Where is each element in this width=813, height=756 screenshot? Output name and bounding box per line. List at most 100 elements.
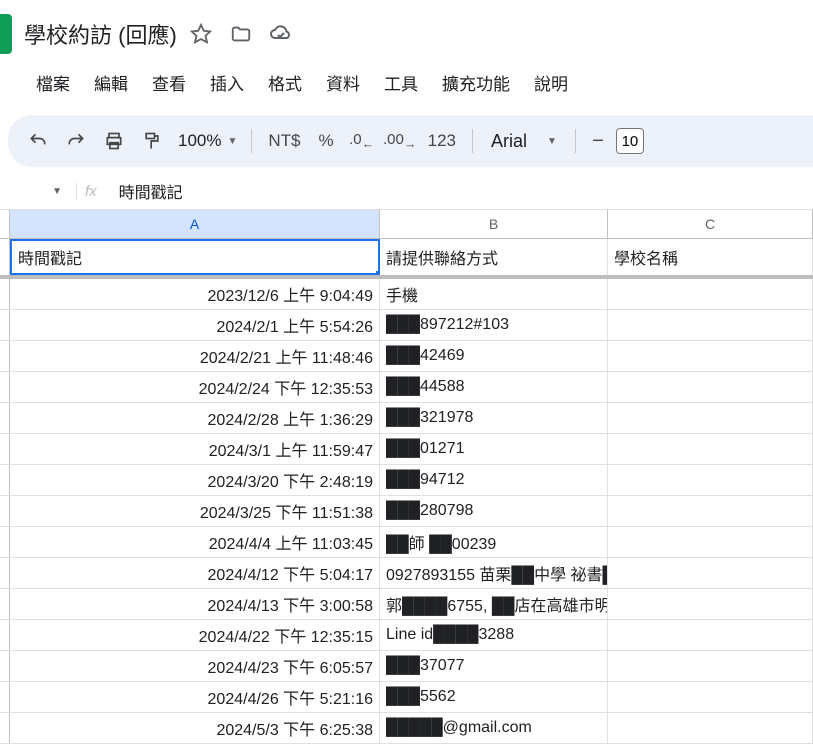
menu-data[interactable]: 資料 [316, 64, 370, 101]
col-header-B[interactable]: B [380, 210, 608, 238]
cell[interactable] [608, 279, 813, 309]
redo-button[interactable] [58, 123, 94, 159]
row-header[interactable] [0, 496, 10, 526]
menu-edit[interactable]: 編輯 [84, 64, 138, 101]
cell[interactable]: ███01271 [380, 434, 608, 464]
cell[interactable]: ███897212#103 [380, 310, 608, 340]
cell[interactable]: 手機 [380, 279, 608, 309]
menu-view[interactable]: 查看 [142, 64, 196, 101]
row-header[interactable] [0, 310, 10, 340]
cell[interactable]: 2024/4/26 下午 5:21:16 [10, 682, 380, 712]
cell[interactable] [608, 682, 813, 712]
cell-C1[interactable]: 學校名稱 [608, 239, 813, 275]
spreadsheet-grid[interactable]: A B C 時間戳記 請提供聯絡方式 學校名稱 2023/12/6 上午 9:0… [0, 210, 813, 744]
cell[interactable] [608, 651, 813, 681]
cell[interactable]: ██師 ██00239 [380, 527, 608, 557]
col-header-C[interactable]: C [608, 210, 813, 238]
cell[interactable]: 0927893155 苗栗██中學 祕書██ [380, 558, 608, 588]
increase-decimal-button[interactable]: .00→ [382, 123, 418, 159]
row-header[interactable] [0, 651, 10, 681]
row-header[interactable] [0, 403, 10, 433]
cell[interactable] [608, 341, 813, 371]
undo-button[interactable] [20, 123, 56, 159]
cell[interactable] [608, 558, 813, 588]
table-row: 2024/3/20 下午 2:48:19███94712 [0, 465, 813, 496]
cell[interactable]: █████@gmail.com [380, 713, 608, 743]
cell[interactable] [608, 589, 813, 619]
document-title[interactable]: 學校約訪 (回應) [24, 18, 177, 50]
menu-file[interactable]: 檔案 [26, 64, 80, 101]
number-format-button[interactable]: 123 [420, 131, 464, 151]
cell[interactable]: 2024/4/23 下午 6:05:57 [10, 651, 380, 681]
cell[interactable] [608, 434, 813, 464]
cloud-status-icon[interactable] [269, 22, 293, 46]
row-header[interactable] [0, 239, 10, 275]
cell[interactable]: 郭████6755, ██店在高雄市明誠路上 [380, 589, 608, 619]
cell[interactable]: 2024/3/1 上午 11:59:47 [10, 434, 380, 464]
cell[interactable]: 2024/5/3 下午 6:25:38 [10, 713, 380, 743]
row-header[interactable] [0, 372, 10, 402]
decrease-font-button[interactable]: − [584, 127, 612, 155]
row-header[interactable] [0, 620, 10, 650]
font-selector[interactable]: Arial ▼ [481, 131, 567, 152]
menu-insert[interactable]: 插入 [200, 64, 254, 101]
formula-content[interactable]: 時間戳記 [119, 179, 183, 203]
cell[interactable] [608, 620, 813, 650]
cell[interactable] [608, 465, 813, 495]
folder-icon[interactable] [229, 22, 253, 46]
cell[interactable]: ███44588 [380, 372, 608, 402]
cell[interactable]: 2024/4/12 下午 5:04:17 [10, 558, 380, 588]
cell[interactable] [608, 403, 813, 433]
zoom-selector[interactable]: 100% ▼ [172, 131, 243, 151]
selection-handle[interactable] [375, 270, 380, 275]
cell[interactable]: ███94712 [380, 465, 608, 495]
cell[interactable]: 2024/3/20 下午 2:48:19 [10, 465, 380, 495]
cell-B1[interactable]: 請提供聯絡方式 [380, 239, 608, 275]
cell[interactable]: 2024/4/4 上午 11:03:45 [10, 527, 380, 557]
cell[interactable]: ███37077 [380, 651, 608, 681]
menu-help[interactable]: 說明 [524, 64, 578, 101]
cell[interactable] [608, 527, 813, 557]
selected-cell-A1[interactable]: 時間戳記 [10, 239, 380, 275]
cell[interactable]: 2024/2/21 上午 11:48:46 [10, 341, 380, 371]
cell[interactable]: ███321978 [380, 403, 608, 433]
cell[interactable]: 2024/3/25 下午 11:51:38 [10, 496, 380, 526]
row-header[interactable] [0, 465, 10, 495]
menu-format[interactable]: 格式 [258, 64, 312, 101]
decrease-decimal-button[interactable]: .0← [344, 123, 380, 159]
row-header[interactable] [0, 434, 10, 464]
percent-button[interactable]: % [311, 131, 342, 151]
row-header[interactable] [0, 279, 10, 309]
select-all-corner[interactable] [0, 210, 10, 238]
menu-extensions[interactable]: 擴充功能 [432, 64, 520, 101]
cell[interactable]: 2024/2/28 上午 1:36:29 [10, 403, 380, 433]
currency-button[interactable]: NT$ [260, 131, 308, 151]
paint-format-button[interactable] [134, 123, 170, 159]
print-button[interactable] [96, 123, 132, 159]
cell[interactable] [608, 372, 813, 402]
cell[interactable]: 2024/2/1 上午 5:54:26 [10, 310, 380, 340]
cell[interactable] [608, 310, 813, 340]
cell[interactable] [608, 496, 813, 526]
row-header[interactable] [0, 589, 10, 619]
menu-tools[interactable]: 工具 [374, 64, 428, 101]
cell[interactable] [608, 713, 813, 743]
fx-icon: fx [76, 183, 105, 200]
row-header[interactable] [0, 341, 10, 371]
cell[interactable]: 2024/4/22 下午 12:35:15 [10, 620, 380, 650]
cell[interactable]: 2024/4/13 下午 3:00:58 [10, 589, 380, 619]
cell[interactable]: 2023/12/6 上午 9:04:49 [10, 279, 380, 309]
cell[interactable]: ███5562 [380, 682, 608, 712]
row-header[interactable] [0, 527, 10, 557]
row-header[interactable] [0, 558, 10, 588]
row-header[interactable] [0, 713, 10, 743]
cell[interactable]: ███42469 [380, 341, 608, 371]
cell[interactable]: ███280798 [380, 496, 608, 526]
font-size-input[interactable] [616, 128, 644, 154]
name-box[interactable]: ▼ [12, 186, 62, 197]
star-icon[interactable] [189, 22, 213, 46]
cell[interactable]: 2024/2/24 下午 12:35:53 [10, 372, 380, 402]
row-header[interactable] [0, 682, 10, 712]
col-header-A[interactable]: A [10, 210, 380, 238]
cell[interactable]: Line id████3288 [380, 620, 608, 650]
